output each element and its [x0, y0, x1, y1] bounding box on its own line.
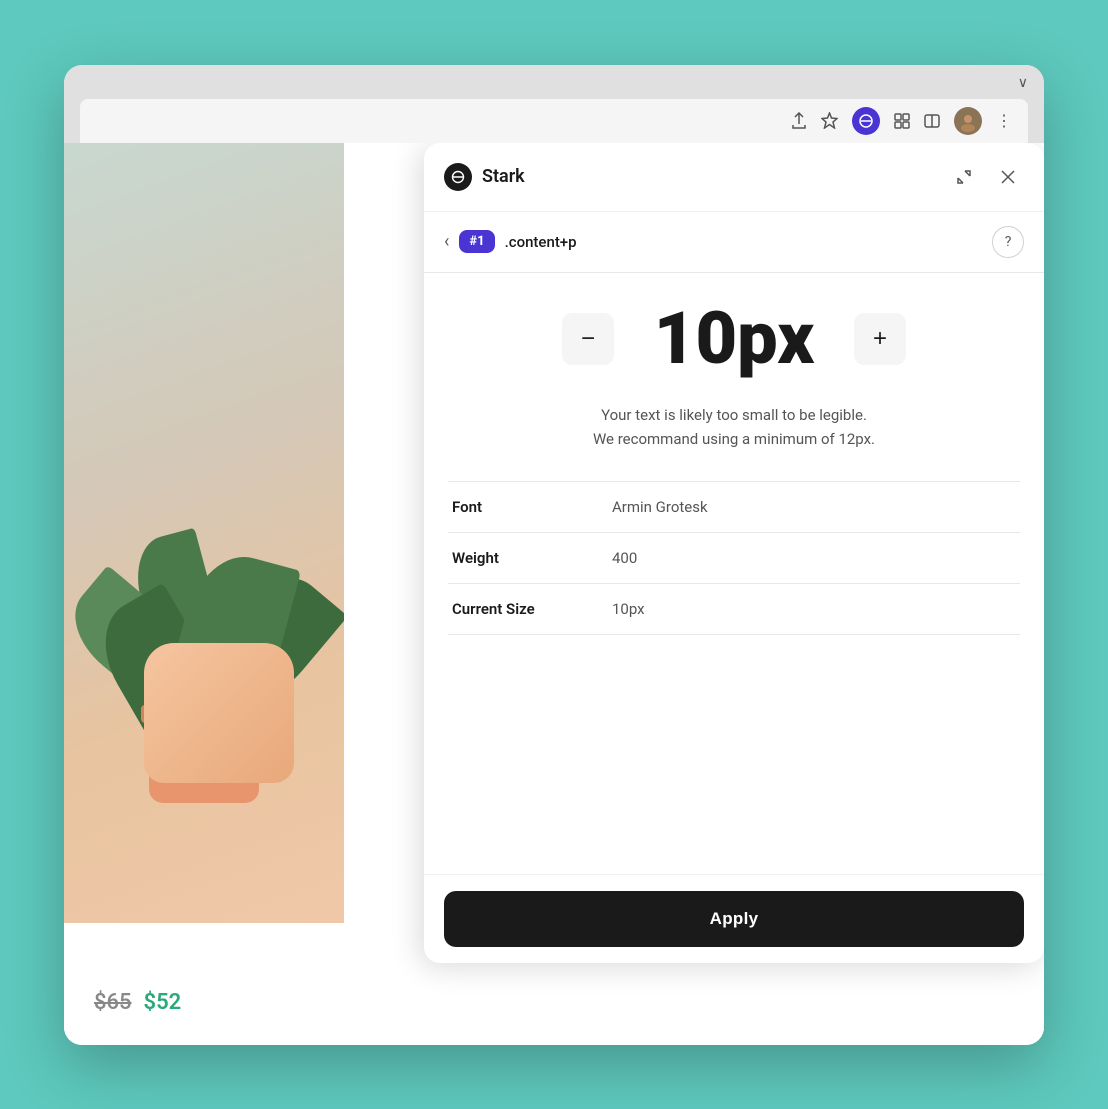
- issue-badge: #1: [459, 230, 494, 253]
- star-icon[interactable]: [821, 112, 838, 129]
- panel-title: Stark: [482, 166, 525, 187]
- minimize-panel-button[interactable]: [948, 161, 980, 193]
- weight-detail-row: Weight 400: [448, 533, 1020, 584]
- browser-chrome: ∨: [64, 65, 1044, 143]
- apply-button[interactable]: Apply: [444, 891, 1024, 947]
- current-size-value: 10px: [612, 600, 645, 618]
- chevron-down-icon[interactable]: ∨: [1018, 75, 1028, 91]
- browser-toolbar: ⋮: [80, 99, 1028, 143]
- browser-content: $65 $52 Stark: [64, 143, 1044, 1045]
- weight-label: Weight: [452, 549, 612, 567]
- panel-brand: Stark: [444, 163, 525, 191]
- help-icon: ?: [1005, 234, 1012, 250]
- share-icon[interactable]: [791, 112, 807, 130]
- stark-brand-icon: [444, 163, 472, 191]
- browser-window: ∨: [64, 65, 1044, 1045]
- font-detail-row: Font Armin Grotesk: [448, 482, 1020, 533]
- product-image: [64, 143, 344, 923]
- help-button[interactable]: ?: [992, 226, 1024, 258]
- current-size-detail-row: Current Size 10px: [448, 584, 1020, 635]
- current-size-label: Current Size: [452, 600, 612, 618]
- panel-body: − 10px + Your text is likely too small t…: [424, 273, 1044, 874]
- font-size-value: 10px: [634, 303, 834, 375]
- font-value: Armin Grotesk: [612, 498, 708, 516]
- font-size-control: − 10px +: [448, 303, 1020, 375]
- sale-price: $52: [144, 990, 182, 1015]
- hand: [144, 643, 294, 783]
- plant-illustration: [84, 203, 324, 803]
- more-options-icon[interactable]: ⋮: [996, 111, 1012, 130]
- panel-header-actions: [948, 161, 1024, 193]
- browser-top-bar: ∨: [80, 75, 1028, 99]
- warning-message: Your text is likely too small to be legi…: [448, 403, 1020, 451]
- stark-panel: Stark: [424, 143, 1044, 963]
- increase-size-button[interactable]: +: [854, 313, 906, 365]
- font-label: Font: [452, 498, 612, 516]
- split-view-icon[interactable]: [924, 114, 940, 128]
- stark-extension-icon[interactable]: [852, 107, 880, 135]
- weight-value: 400: [612, 549, 637, 567]
- user-avatar[interactable]: [954, 107, 982, 135]
- price-area: $65 $52: [94, 990, 181, 1015]
- panel-header: Stark: [424, 143, 1044, 212]
- font-details: Font Armin Grotesk Weight 400 Current Si…: [448, 481, 1020, 854]
- decrease-size-button[interactable]: −: [562, 313, 614, 365]
- panel-breadcrumb: ‹ #1 .content+p ?: [424, 212, 1044, 273]
- close-panel-button[interactable]: [992, 161, 1024, 193]
- panel-footer: Apply: [424, 874, 1044, 963]
- original-price: $65: [94, 990, 132, 1015]
- puzzle-icon[interactable]: [894, 113, 910, 129]
- back-button[interactable]: ‹: [444, 233, 449, 251]
- css-selector: .content+p: [505, 233, 577, 251]
